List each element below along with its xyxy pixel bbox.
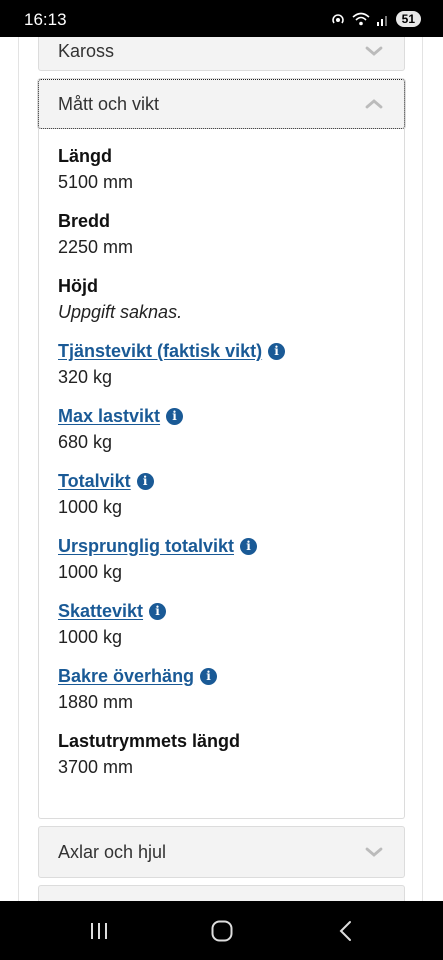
chevron-down-icon xyxy=(365,46,383,56)
field-value: 1880 mm xyxy=(58,692,134,712)
info-icon[interactable]: i xyxy=(200,667,218,685)
field-value: 320 kg xyxy=(58,367,113,387)
field-link-tjanstevikt[interactable]: Tjänstevikt (faktisk vikt) xyxy=(58,341,262,362)
field-tjanstevikt: Tjänstevikt (faktisk vikt) i 320 kg xyxy=(58,339,286,391)
field-link-bakre-overhang[interactable]: Bakre överhäng xyxy=(58,666,194,687)
field-label: Längd xyxy=(58,145,112,166)
home-icon[interactable] xyxy=(209,918,235,944)
field-skattevikt: Skattevikt i 1000 kg xyxy=(58,599,167,651)
field-bakre-overhang: Bakre överhäng i 1880 mm xyxy=(58,664,218,716)
recent-apps-icon[interactable] xyxy=(86,918,112,944)
status-time: 16:13 xyxy=(24,10,67,29)
field-value: 3700 mm xyxy=(58,757,134,777)
page-content: Kaross Mått och vikt Längd 5100 mm Bredd… xyxy=(0,37,443,901)
accordion-next-header[interactable] xyxy=(38,885,405,901)
field-langd: Längd 5100 mm xyxy=(58,144,133,196)
field-hojd: Höjd Uppgift saknas. xyxy=(58,274,182,326)
field-link-skattevikt[interactable]: Skattevikt xyxy=(58,601,143,622)
chevron-down-icon xyxy=(365,847,383,857)
back-icon[interactable] xyxy=(334,918,360,944)
field-ursprunglig-totalvikt: Ursprunglig totalvikt i 1000 kg xyxy=(58,534,258,586)
accordion-axlar-header[interactable]: Axlar och hjul xyxy=(38,826,405,878)
field-label: Lastutrymmets längd xyxy=(58,730,241,751)
accordion-matt-body: Längd 5100 mm Bredd 2250 mm Höjd Uppgift… xyxy=(38,129,405,819)
battery-badge: 51 xyxy=(395,11,421,27)
navigation-bar xyxy=(0,901,443,960)
info-icon[interactable]: i xyxy=(136,472,154,490)
info-icon[interactable]: i xyxy=(240,537,258,555)
field-bredd: Bredd 2250 mm xyxy=(58,209,133,261)
field-lastutrymmets-langd: Lastutrymmets längd 3700 mm xyxy=(58,729,240,781)
field-value: 1000 kg xyxy=(58,627,123,647)
field-value: 680 kg xyxy=(58,432,113,452)
info-icon[interactable]: i xyxy=(149,602,167,620)
field-value-missing: Uppgift saknas. xyxy=(58,302,183,322)
field-link-ursprunglig-totalvikt[interactable]: Ursprunglig totalvikt xyxy=(58,536,234,557)
field-label: Bredd xyxy=(58,210,111,231)
accordion-axlar-label: Axlar och hjul xyxy=(58,841,167,862)
accordion-matt-label: Mått och vikt xyxy=(58,93,160,114)
hotspot-icon xyxy=(331,14,344,24)
signal-icon xyxy=(376,16,387,26)
wifi-icon xyxy=(352,12,370,26)
chevron-up-icon xyxy=(365,99,383,109)
status-bar: 16:13 51 xyxy=(0,0,443,37)
field-value: 2250 mm xyxy=(58,237,134,257)
info-icon[interactable]: i xyxy=(166,407,184,425)
accordion-kaross-label: Kaross xyxy=(58,40,115,61)
field-max-lastvikt: Max lastvikt i 680 kg xyxy=(58,404,184,456)
info-icon[interactable]: i xyxy=(268,342,286,360)
field-link-totalvikt[interactable]: Totalvikt xyxy=(58,471,131,492)
accordion-kaross-header[interactable]: Kaross xyxy=(38,37,405,71)
status-icons: 51 xyxy=(330,11,421,27)
field-link-max-lastvikt[interactable]: Max lastvikt xyxy=(58,406,160,427)
field-value: 1000 kg xyxy=(58,562,123,582)
field-value: 1000 kg xyxy=(58,497,123,517)
field-totalvikt: Totalvikt i 1000 kg xyxy=(58,469,154,521)
accordion-matt-header[interactable]: Mått och vikt xyxy=(37,78,406,130)
field-value: 5100 mm xyxy=(58,172,134,192)
field-label: Höjd xyxy=(58,275,98,296)
